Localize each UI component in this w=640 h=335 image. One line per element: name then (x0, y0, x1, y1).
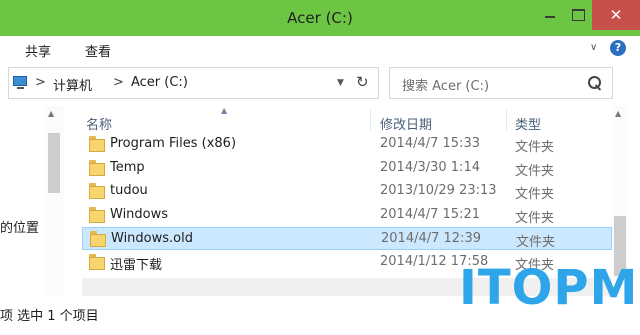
file-row[interactable]: tudou 2013/10/29 23:13 文件夹 (82, 180, 612, 203)
file-row-selected[interactable]: Windows.old 2014/4/7 12:39 文件夹 (82, 227, 612, 250)
file-name: Windows (110, 207, 169, 222)
column-header: ▲ 名称 修改日期 类型 (64, 106, 612, 133)
search-icon[interactable] (587, 75, 603, 91)
close-button[interactable]: ✕ (592, 0, 640, 30)
file-name: Program Files (x86) (110, 136, 237, 151)
column-date[interactable]: 修改日期 (380, 114, 432, 133)
tab-view[interactable]: 查看 (85, 41, 111, 60)
file-name: tudou (110, 183, 148, 198)
file-date: 2014/4/7 15:33 (380, 136, 480, 151)
ribbon-tabs: 共享 查看 ∨ ? (0, 36, 640, 62)
file-row[interactable]: Windows 2014/4/7 15:21 文件夹 (82, 204, 612, 227)
address-dropdown-icon[interactable]: ▼ (337, 78, 344, 88)
column-divider[interactable] (506, 110, 507, 130)
scroll-up-icon[interactable]: ▲ (48, 109, 54, 118)
minimize-button[interactable] (536, 0, 564, 30)
status-text: 项 选中 1 个项目 (0, 309, 99, 324)
file-date: 2014/4/7 12:39 (381, 231, 481, 246)
file-type: 文件夹 (515, 187, 555, 202)
breadcrumb-separator-icon[interactable]: > (35, 75, 46, 90)
watermark-logo: ITOPM (459, 260, 639, 316)
column-type[interactable]: 类型 (515, 114, 541, 133)
folder-icon (88, 254, 105, 270)
file-type: 文件夹 (515, 140, 555, 155)
folder-icon (88, 160, 105, 176)
address-bar[interactable]: > 计算机 > Acer (C:) ▼ ↻ (8, 67, 379, 99)
file-name: Temp (110, 160, 145, 175)
file-type: 文件夹 (515, 164, 555, 179)
file-type: 文件夹 (515, 211, 555, 226)
search-input[interactable]: 搜索 Acer (C:) (389, 67, 613, 99)
file-date: 2014/3/30 1:14 (380, 160, 480, 175)
file-date: 2013/10/29 23:13 (380, 183, 497, 198)
column-name[interactable]: 名称 (86, 114, 112, 133)
file-name: 迅雷下载 (110, 258, 163, 273)
breadcrumb-computer[interactable]: 计算机 (53, 75, 92, 94)
title-bar: Acer (C:) ✕ (0, 0, 640, 36)
folder-icon (88, 136, 105, 152)
folder-icon (88, 207, 105, 223)
scroll-up-icon[interactable]: ▲ (615, 109, 621, 118)
folder-icon (89, 231, 106, 247)
file-row[interactable]: Program Files (x86) 2014/4/7 15:33 文件夹 (82, 133, 612, 156)
search-placeholder: 搜索 Acer (C:) (402, 79, 490, 94)
maximize-button[interactable] (564, 0, 592, 30)
sort-up-icon: ▲ (221, 106, 228, 115)
ribbon-expand-icon[interactable]: ∨ (590, 42, 597, 53)
computer-icon (13, 75, 29, 91)
help-icon[interactable]: ? (610, 40, 626, 56)
column-divider[interactable] (370, 110, 371, 130)
nav-item-locations[interactable]: 的位置 (0, 217, 39, 236)
file-row[interactable]: Temp 2014/3/30 1:14 文件夹 (82, 157, 612, 180)
tab-share[interactable]: 共享 (25, 41, 51, 60)
file-type: 文件夹 (516, 235, 556, 250)
file-name: Windows.old (111, 231, 193, 246)
nav-scroll-thumb[interactable] (48, 133, 60, 193)
breadcrumb-separator-icon[interactable]: > (113, 75, 124, 90)
breadcrumb-drive[interactable]: Acer (C:) (131, 75, 188, 90)
folder-icon (88, 183, 105, 199)
refresh-icon[interactable]: ↻ (356, 73, 369, 91)
file-date: 2014/4/7 15:21 (380, 207, 480, 222)
address-row: > 计算机 > Acer (C:) ▼ ↻ 搜索 Acer (C:) (0, 62, 640, 106)
nav-scrollbar[interactable]: ▲ (44, 106, 64, 296)
